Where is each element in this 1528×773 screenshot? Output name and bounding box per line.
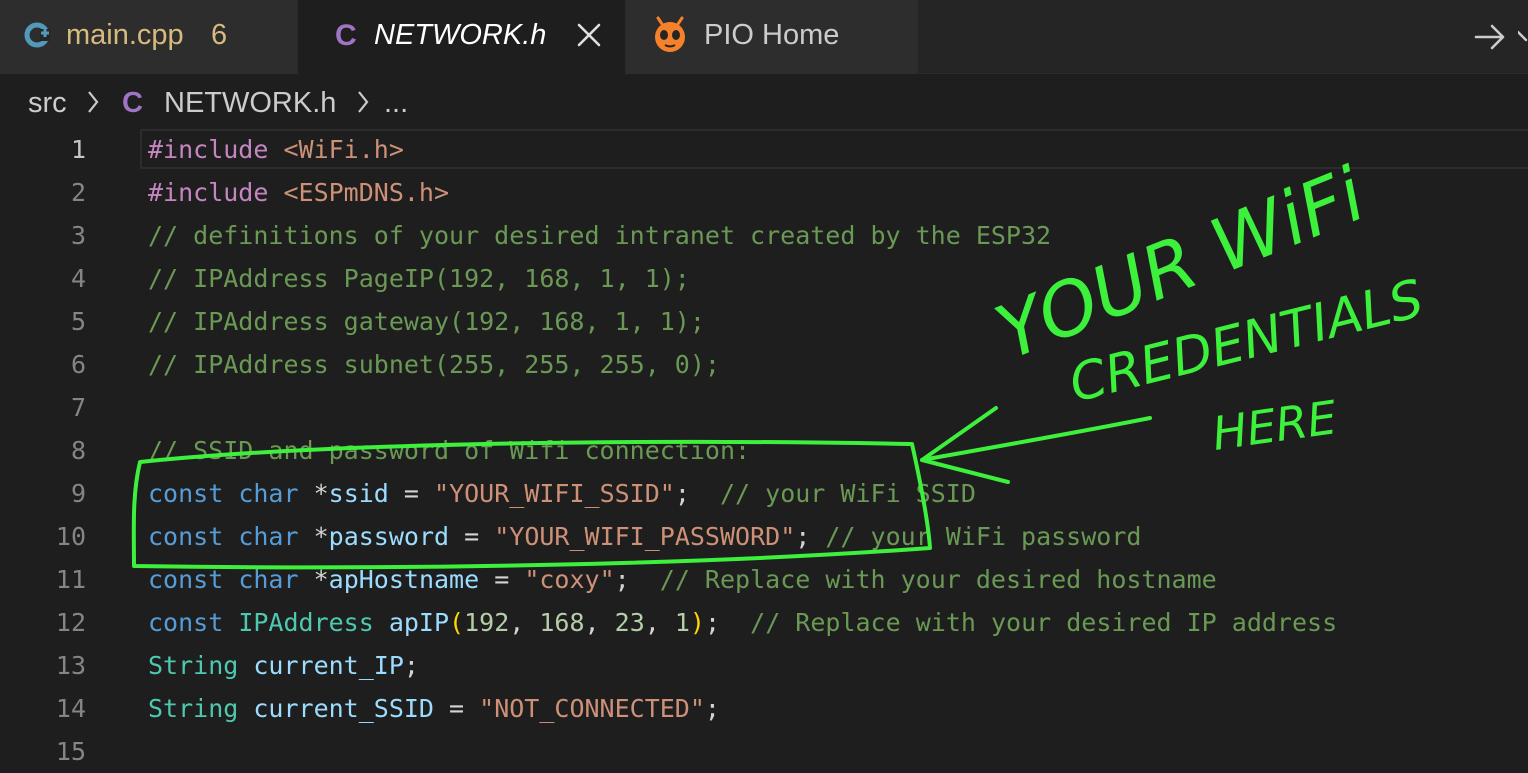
annotation-arrow [920,416,1152,462]
handwritten-annotation: YOUR WiFi CREDENTIALS HERE [131,151,1429,570]
annotation-box [131,439,932,570]
annotation-line-3: HERE [1209,390,1340,461]
